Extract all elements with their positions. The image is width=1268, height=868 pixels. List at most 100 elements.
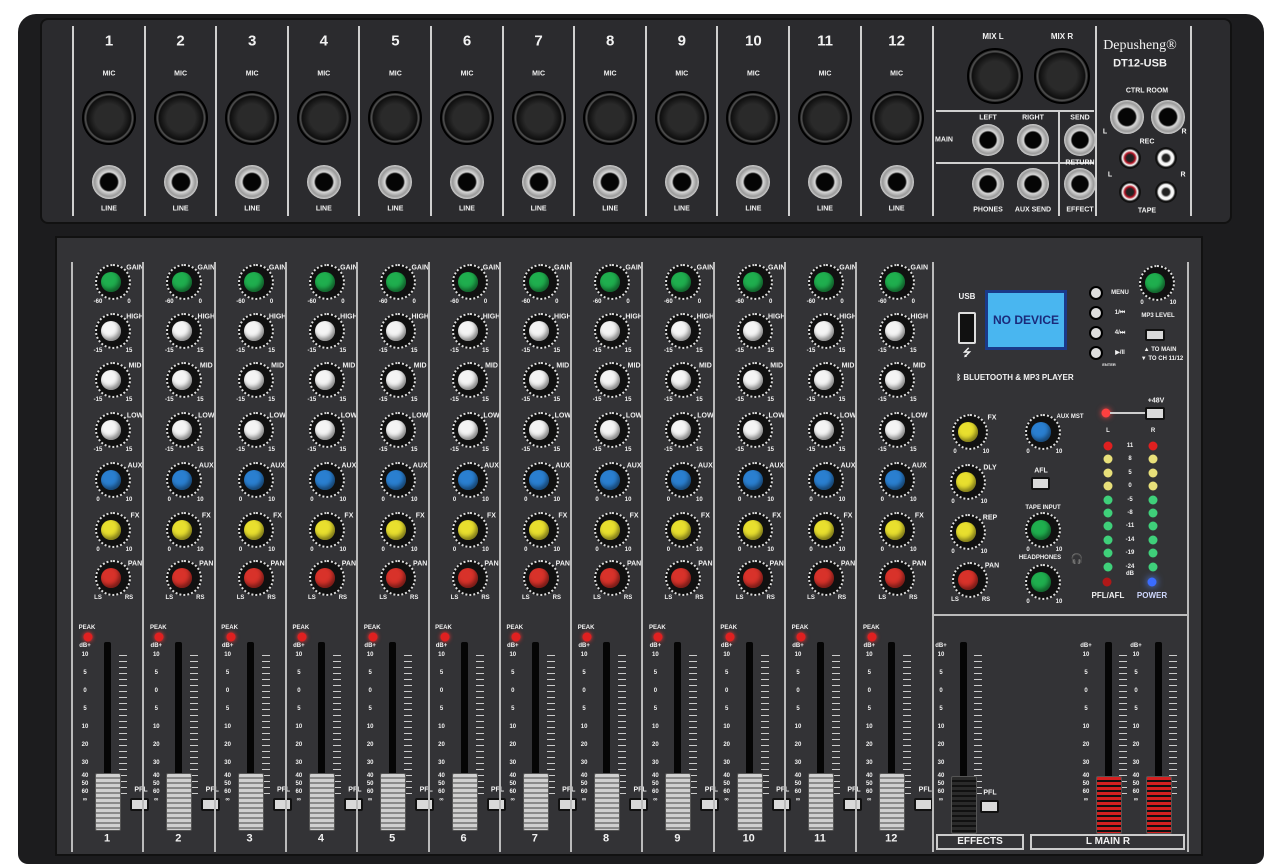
knob-fx[interactable] (522, 512, 559, 548)
main-l-fader[interactable] (1096, 776, 1122, 834)
knob-pan[interactable] (95, 560, 131, 596)
line-input-jack[interactable] (664, 165, 699, 199)
send-jack[interactable] (1064, 124, 1096, 156)
knob-aux[interactable] (95, 462, 131, 498)
knob-pan[interactable] (522, 560, 559, 596)
mp3-routing-switch[interactable] (1145, 329, 1165, 341)
pfl-button[interactable] (201, 798, 221, 811)
knob-mid[interactable] (736, 362, 773, 398)
knob-mid[interactable] (808, 362, 844, 398)
line-input-jack[interactable] (306, 165, 341, 199)
knob-mid[interactable] (237, 362, 274, 398)
mp3-button-3[interactable] (1089, 346, 1103, 360)
pfl-button[interactable] (771, 798, 791, 811)
channel-fader[interactable] (308, 773, 335, 831)
tape-r-rca[interactable] (1155, 181, 1177, 203)
knob-aux[interactable] (808, 462, 844, 498)
ctrl-room-l-jack[interactable] (1110, 100, 1144, 134)
pfl-button[interactable] (415, 798, 435, 811)
mic-input-xlr[interactable] (440, 91, 494, 145)
mp3-level-knob[interactable] (1139, 265, 1175, 301)
phones-jack[interactable] (972, 168, 1004, 200)
knob-fx[interactable] (594, 512, 631, 548)
knob-aux[interactable] (308, 462, 345, 498)
effects-pfl-button[interactable] (980, 800, 999, 813)
usb-port[interactable] (958, 312, 976, 344)
delay-knob[interactable] (950, 464, 986, 500)
channel-fader[interactable] (166, 773, 193, 831)
pfl-button[interactable] (272, 798, 292, 811)
headphones-knob[interactable] (1025, 564, 1061, 600)
mix-r-output[interactable] (1034, 48, 1090, 104)
knob-pan[interactable] (380, 560, 417, 596)
rec-r-rca[interactable] (1155, 147, 1177, 169)
pfl-button[interactable] (914, 798, 934, 811)
pfl-button[interactable] (343, 798, 363, 811)
line-input-jack[interactable] (879, 165, 914, 199)
mic-input-xlr[interactable] (368, 91, 423, 145)
knob-low[interactable] (95, 412, 131, 448)
mp3-button-1[interactable] (1089, 306, 1103, 320)
channel-fader[interactable] (237, 773, 264, 831)
knob-aux[interactable] (380, 462, 417, 498)
mic-input-xlr[interactable] (654, 91, 709, 145)
channel-fader[interactable] (95, 773, 121, 831)
knob-pan[interactable] (451, 560, 488, 596)
knob-fx[interactable] (451, 512, 488, 548)
main-right-jack[interactable] (1017, 124, 1049, 156)
knob-pan[interactable] (308, 560, 345, 596)
knob-mid[interactable] (594, 362, 631, 398)
line-input-jack[interactable] (92, 165, 126, 199)
effects-fader[interactable] (951, 776, 977, 834)
knob-low[interactable] (237, 412, 274, 448)
knob-aux[interactable] (237, 462, 274, 498)
pfl-button[interactable] (486, 798, 506, 811)
line-input-jack[interactable] (235, 165, 270, 199)
tape-l-rca[interactable] (1119, 181, 1141, 203)
knob-fx[interactable] (237, 512, 274, 548)
channel-fader[interactable] (594, 773, 621, 831)
line-input-jack[interactable] (450, 165, 484, 199)
channel-fader[interactable] (451, 773, 478, 831)
mic-input-xlr[interactable] (726, 91, 781, 145)
mp3-button-0[interactable] (1089, 286, 1103, 300)
rec-l-rca[interactable] (1119, 147, 1141, 169)
mix-l-output[interactable] (967, 48, 1023, 104)
line-input-jack[interactable] (163, 165, 198, 199)
fx-return-knob[interactable] (952, 414, 988, 450)
phantom-power-switch[interactable] (1145, 407, 1165, 420)
pfl-button[interactable] (843, 798, 862, 811)
knob-aux[interactable] (451, 462, 488, 498)
knob-low[interactable] (522, 412, 559, 448)
knob-pan[interactable] (808, 560, 844, 596)
mp3-button-2[interactable] (1089, 326, 1103, 340)
mic-input-xlr[interactable] (869, 91, 924, 145)
mic-input-xlr[interactable] (583, 91, 638, 145)
knob-low[interactable] (736, 412, 773, 448)
mic-input-xlr[interactable] (798, 91, 852, 145)
line-input-jack[interactable] (521, 165, 556, 199)
channel-fader[interactable] (879, 773, 906, 831)
mic-input-xlr[interactable] (511, 91, 566, 145)
afl-button[interactable] (1031, 477, 1050, 490)
knob-low[interactable] (308, 412, 345, 448)
channel-fader[interactable] (665, 773, 692, 831)
channel-fader[interactable] (808, 773, 834, 831)
knob-mid[interactable] (95, 362, 131, 398)
main-r-fader[interactable] (1146, 776, 1172, 834)
pfl-button[interactable] (700, 798, 720, 811)
knob-aux[interactable] (594, 462, 631, 498)
channel-fader[interactable] (736, 773, 763, 831)
aux-send-jack[interactable] (1017, 168, 1049, 200)
knob-pan[interactable] (736, 560, 773, 596)
knob-low[interactable] (594, 412, 631, 448)
knob-fx[interactable] (95, 512, 131, 548)
knob-pan[interactable] (594, 560, 631, 596)
mic-input-xlr[interactable] (153, 91, 208, 145)
tape-input-knob[interactable] (1025, 512, 1061, 548)
knob-aux[interactable] (522, 462, 559, 498)
ctrl-room-r-jack[interactable] (1151, 100, 1185, 134)
pfl-button[interactable] (557, 798, 577, 811)
knob-low[interactable] (380, 412, 417, 448)
knob-fx[interactable] (736, 512, 773, 548)
